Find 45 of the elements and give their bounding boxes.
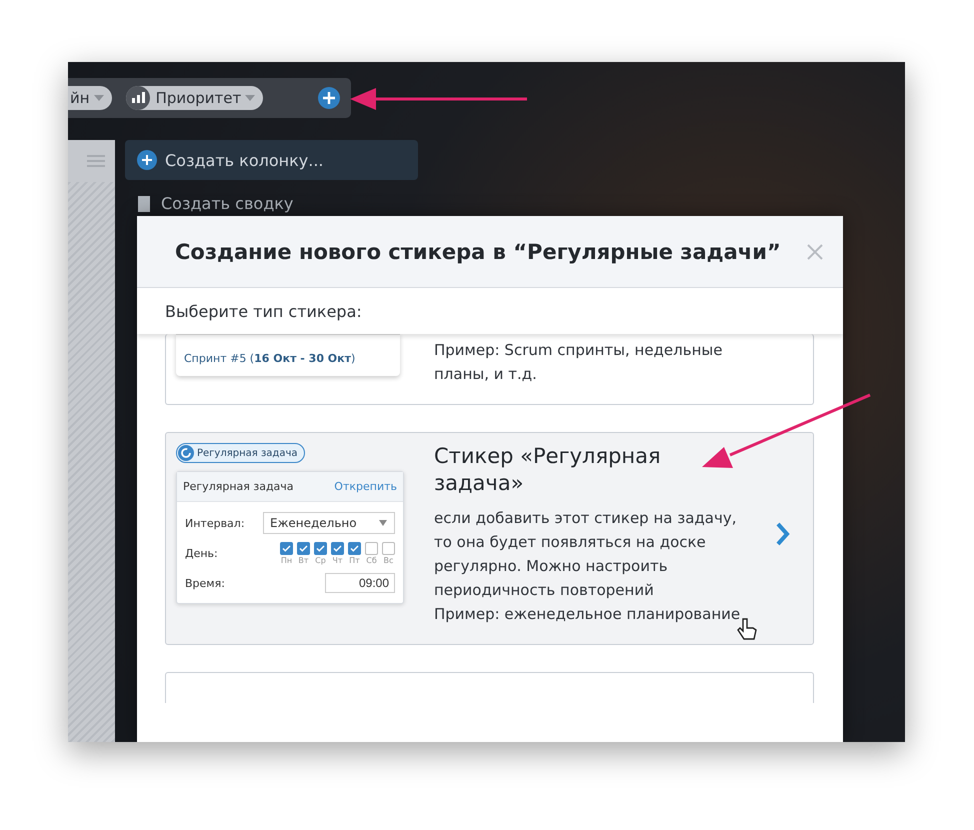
day-checkbox[interactable] [348, 542, 361, 555]
document-icon [137, 194, 153, 212]
chevron-right-icon[interactable] [776, 522, 790, 546]
day-name: Чт [332, 556, 343, 565]
close-icon [807, 244, 823, 260]
preview-header: Регулярная задача [183, 480, 294, 493]
sticker-option-card[interactable]: Спринт #5 (16 Окт - 30 Окт) Пример: Scrum спринты, недельные планы, и т.д. [165, 334, 814, 405]
bar-chart-icon [126, 86, 152, 110]
interval-select[interactable]: Еженедельно [263, 512, 395, 534]
unpin-link[interactable]: Открепить [334, 480, 397, 493]
dialog-subtitle: Выберите тип стикера: [137, 288, 843, 334]
day-checkbox[interactable] [314, 542, 327, 555]
day-checkbox[interactable] [297, 542, 310, 555]
option-example: Пример: Scrum спринты, недельные планы, и т.д. [434, 340, 724, 385]
caret-icon [94, 94, 104, 102]
caret-icon [245, 94, 256, 102]
create-column-button[interactable]: Создать колонку... [125, 140, 418, 180]
interval-label: Интервал: [185, 516, 245, 530]
option-example: Пример: еженедельное планирование [434, 604, 742, 625]
option-title: Стикер «Регулярная задача» [434, 443, 662, 498]
day-checkbox[interactable] [382, 542, 395, 555]
day-name: Вс [384, 556, 394, 565]
day-checkbox[interactable] [280, 542, 293, 555]
caret-icon [378, 519, 388, 527]
sticker-option-card[interactable] [165, 432, 814, 645]
day-name: Ср [315, 556, 326, 565]
day-name: Вт [298, 556, 309, 565]
add-icon[interactable] [317, 86, 341, 110]
day-checkbox[interactable] [331, 542, 344, 555]
dialog-title: Создание нового стикера в “Регулярные задачи” [175, 240, 781, 264]
recurring-badge: Регулярная задача [176, 443, 304, 463]
day-name: Сб [366, 556, 377, 565]
sprint-label: Спринт #5 (16 Окт - 30 Окт) [184, 352, 356, 365]
day-name: Пн [280, 556, 292, 565]
create-summary-link[interactable]: Создать сводку [125, 194, 418, 213]
time-field[interactable]: 09:00 [325, 573, 395, 593]
day-checkbox[interactable] [365, 542, 378, 555]
time-label: Время: [185, 576, 225, 590]
filter-pill[interactable]: Приоритет [126, 86, 264, 110]
filter-pill[interactable]: йн [68, 86, 112, 110]
add-icon [137, 150, 157, 170]
option-description: если добавить этот стикер на задачу, то она будет появляться на доске регулярно. Можно настроить периодичность повторений [434, 508, 738, 601]
day-name: Пт [349, 556, 360, 565]
day-label: День: [185, 547, 218, 560]
repeat-icon [178, 445, 194, 461]
